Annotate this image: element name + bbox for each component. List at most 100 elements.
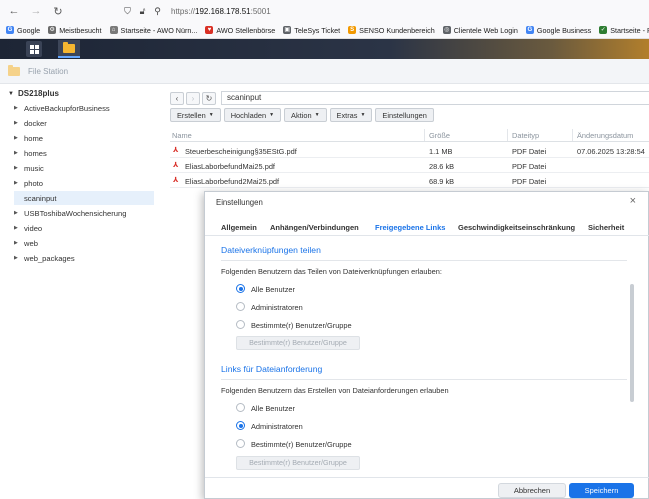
pdf-file-icon: ⅄ (173, 162, 179, 169)
close-icon[interactable]: × (630, 195, 636, 207)
pdf-file-icon: ⅄ (173, 147, 179, 154)
cell-modified: 07.06.2025 13:28:54 (577, 147, 645, 156)
action-button[interactable]: Aktion ▼ (284, 108, 327, 122)
radio-share-specific-users[interactable] (236, 320, 245, 329)
tree-item[interactable]: ▶ web (14, 236, 154, 250)
tree-item-label: photo (24, 178, 44, 188)
section-desc-share-links: Folgenden Benutzern das Teilen von Datei… (221, 267, 442, 276)
tree-item[interactable]: ▶ docker (14, 116, 154, 130)
settings-button[interactable]: Einstellungen (375, 108, 434, 122)
tree-item[interactable]: ▶ photo (14, 176, 154, 190)
cell-name: Steuerbescheinigung§35EStG.pdf (185, 147, 297, 156)
bookmark-item[interactable]: ◎ Clientele Web Login (442, 26, 518, 35)
back-icon[interactable]: ← (6, 3, 22, 19)
radio-request-administrators[interactable] (236, 421, 245, 430)
tree-item[interactable]: scaninput (14, 191, 154, 205)
tree-item[interactable]: ▶ ActiveBackupforBusiness (14, 101, 154, 115)
column-name[interactable]: Name (172, 131, 192, 140)
navigation-toolbar: ‹ › ↻ (170, 91, 218, 105)
column-type[interactable]: Dateityp (512, 131, 539, 140)
bookmark-favicon-icon: G (6, 26, 14, 34)
dialog-tabs: Allgemein Anhängen/Verbindungen Freigege… (205, 218, 649, 236)
caret-right-icon[interactable]: ▶ (14, 240, 20, 246)
radio-label: Alle Benutzer (251, 404, 295, 413)
tree-item[interactable]: ▶ home (14, 131, 154, 145)
radio-request-all-users[interactable] (236, 403, 245, 412)
file-station-taskbar-button[interactable] (58, 40, 80, 58)
bookmark-item[interactable]: S SENSO Kundenbereich (348, 26, 435, 35)
radio-share-all-users[interactable] (236, 284, 245, 293)
caret-down-icon[interactable]: ▼ (8, 91, 14, 97)
reload-icon[interactable]: ↻ (50, 3, 66, 19)
bookmark-label: AWO Stellenbörse (216, 25, 276, 35)
cell-size: 1.1 MB (429, 147, 453, 156)
folder-tree: ▼ DS218plus ▶ ActiveBackupforBusiness ▶ doc… (0, 85, 160, 499)
tab-general[interactable]: Allgemein (221, 223, 257, 232)
forward-icon[interactable]: → (28, 3, 44, 19)
caret-right-icon[interactable]: ▶ (14, 105, 20, 111)
bookmark-item[interactable]: ▣ TeleSys Ticket (283, 26, 340, 35)
section-title-share-links: Dateiverknüpfungen teilen (221, 245, 321, 255)
caret-right-icon[interactable]: ▶ (14, 135, 20, 141)
caret-right-icon[interactable]: ▶ (14, 255, 20, 261)
cell-name: EliasLaborbefundMai25.pdf (185, 162, 275, 171)
select-users-button[interactable]: Bestimmte(r) Benutzer/Gruppe (236, 336, 360, 350)
caret-right-icon[interactable]: ▶ (14, 150, 20, 156)
dsm-taskbar (0, 39, 649, 59)
main-menu-icon[interactable] (26, 41, 42, 57)
bookmark-item[interactable]: ⚙ Meistbesucht (48, 26, 102, 35)
tree-item[interactable]: ▶ web_packages (14, 251, 154, 265)
caret-right-icon[interactable]: ▶ (14, 180, 20, 186)
back-button[interactable]: ‹ (170, 91, 184, 105)
path-field[interactable]: scaninput (221, 91, 649, 105)
forward-button[interactable]: › (186, 91, 200, 105)
chevron-down-icon: ▼ (360, 112, 366, 118)
radio-label: Administratoren (251, 422, 303, 431)
tree-item[interactable]: ▶ video (14, 221, 154, 235)
shield-icon[interactable]: ⛉ (122, 6, 133, 17)
table-row[interactable]: ⅄ EliasLaborbefund2Mai25.pdf 68.9 kB PDF Da… (170, 174, 649, 188)
extras-button[interactable]: Extras ▼ (329, 108, 373, 122)
caret-right-icon[interactable]: ▶ (14, 165, 20, 171)
caret-right-icon[interactable]: ▶ (14, 120, 20, 126)
bookmark-item[interactable]: ⌂ Startseite - AWO Nürn... (109, 26, 197, 35)
bookmark-item[interactable]: ✓Startseite - Paperless-... (599, 26, 649, 35)
refresh-button[interactable]: ↻ (202, 91, 216, 105)
upload-button[interactable]: Hochladen ▼ (223, 108, 282, 122)
lock-warning-icon[interactable]: 🔓︎ (137, 6, 148, 17)
cell-type: PDF Datei (512, 177, 547, 186)
column-modified[interactable]: Änderungsdatum (577, 131, 633, 140)
tree-root[interactable]: ▼ DS218plus (8, 89, 59, 98)
create-button[interactable]: Erstellen ▼ (170, 108, 221, 122)
tab-shared-links[interactable]: Freigegebene Links (375, 223, 445, 232)
tab-attachments[interactable]: Anhängen/Verbindungen (270, 223, 359, 232)
bookmark-favicon-icon: ♥ (205, 26, 214, 34)
select-users-button[interactable]: Bestimmte(r) Benutzer/Gruppe (236, 456, 360, 470)
save-button[interactable]: Speichern (569, 483, 634, 498)
permissions-icon[interactable]: ⚲ (152, 6, 163, 17)
caret-right-icon[interactable]: ▶ (14, 210, 20, 216)
tree-root-label: DS218plus (18, 89, 59, 98)
radio-request-specific-users[interactable] (236, 439, 245, 448)
table-row[interactable]: ⅄ Steuerbescheinigung§35EStG.pdf 1.1 MB PDF… (170, 144, 649, 158)
bookmark-item[interactable]: G Google Business (525, 26, 591, 35)
tree-item[interactable]: ▶ music (14, 161, 154, 175)
column-size[interactable]: Größe (429, 131, 450, 140)
scrollbar-thumb[interactable] (630, 284, 634, 402)
caret-right-icon[interactable]: ▶ (14, 225, 20, 231)
bookmark-item[interactable]: G Google (6, 26, 40, 35)
bookmark-favicon-icon: ⌂ (109, 26, 118, 34)
tab-security[interactable]: Sicherheit (588, 223, 624, 232)
tree-item-label: web_packages (24, 253, 75, 263)
tree-item[interactable]: ▶ USBToshibaWochensicherung (14, 206, 154, 220)
window-title: File Station (28, 66, 69, 76)
bookmark-item[interactable]: ♥ AWO Stellenbörse (205, 26, 275, 35)
cancel-button[interactable]: Abbrechen (498, 483, 566, 498)
address-bar[interactable]: ⛉ 🔓︎ ⚲ https://192.168.178.51:5001 (122, 4, 649, 19)
tab-speed-limit[interactable]: Geschwindigkeitseinschränkung (458, 223, 575, 232)
tree-item[interactable]: ▶ homes (14, 146, 154, 160)
url-text[interactable]: https://192.168.178.51:5001 (171, 7, 271, 16)
radio-share-administrators[interactable] (236, 302, 245, 311)
table-row[interactable]: ⅄ EliasLaborbefundMai25.pdf 28.6 kB PDF Dat… (170, 159, 649, 173)
tree-item-label: homes (24, 148, 47, 158)
